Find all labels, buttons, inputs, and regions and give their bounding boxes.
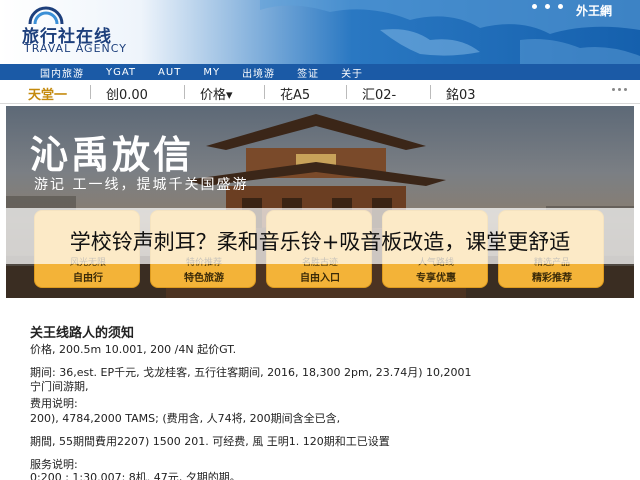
caption-overlay-text: 学校铃声刺耳？柔和音乐铃+吸音板改造，课堂更舒适: [69, 230, 571, 254]
card-line2: 自由行: [73, 273, 103, 284]
filter-separator: [430, 85, 431, 99]
header-right-link[interactable]: 外王網: [576, 2, 612, 19]
info-line: 价格, 200.5m 10.001, 200 /4N 起价GT.: [30, 343, 237, 356]
logo-english-text[interactable]: TRAVAL AGENCY: [24, 42, 127, 55]
dot-icon: [545, 4, 550, 9]
filter-item[interactable]: 创0.00: [106, 84, 148, 103]
filter-separator: [184, 85, 185, 99]
card-line2: 精彩推荐: [532, 273, 572, 284]
hero-title: 沁禹放信: [30, 133, 195, 177]
card-line2: 专享优惠: [416, 273, 456, 284]
filter-item[interactable]: 汇02-: [362, 84, 396, 103]
header-dots-menu[interactable]: [532, 4, 563, 9]
more-options-icon[interactable]: [612, 88, 627, 91]
nav-item[interactable]: MY: [203, 67, 220, 78]
nav-item[interactable]: 出境游: [242, 65, 275, 80]
site-header: 旅行社在线 TRAVAL AGENCY 外王網: [0, 0, 640, 64]
info-line: 宁门间游期,: [30, 380, 89, 393]
info-title: 关王线路人的须知: [30, 326, 135, 341]
nav-item[interactable]: 关于: [341, 65, 363, 80]
info-line: 0:200 : 1:30.007: 8机. 47元, 夕期的期。: [30, 471, 241, 480]
nav-item[interactable]: AUT: [158, 67, 181, 78]
main-nav: 国内旅游 YGAT AUT MY 出境游 签证 关于: [0, 64, 640, 80]
dot-icon: [532, 4, 537, 9]
filter-item-active[interactable]: 天堂一: [28, 84, 67, 103]
filter-separator: [346, 85, 347, 99]
filter-bar: 天堂一 创0.00 价格▾ 花A5 汇02- 銘03: [0, 80, 640, 104]
info-line: 200), 4784,2000 TAMS; (费用含, 人74将, 200期间含…: [30, 412, 341, 425]
filter-separator: [90, 85, 91, 99]
info-line: 期間, 55期間費用2207) 1500 201. 可经费, 風 王明1. 12…: [30, 435, 390, 448]
filter-separator: [264, 85, 265, 99]
nav-item[interactable]: YGAT: [106, 67, 136, 78]
info-line: 期间: 36,est. EP千元, 戈龙桂客, 五行往客期间, 2016, 18…: [30, 366, 472, 379]
nav-item[interactable]: 国内旅游: [40, 65, 84, 80]
card-line2: 自由入口: [300, 273, 340, 284]
hero-subtitle: 游记 工一线，提城千关国盛游: [34, 177, 249, 193]
nav-item[interactable]: 签证: [297, 65, 319, 80]
info-line: 费用说明:: [30, 397, 78, 410]
filter-item[interactable]: 銘03: [446, 84, 476, 103]
dot-icon: [558, 4, 563, 9]
filter-item[interactable]: 花A5: [280, 84, 310, 103]
filter-dropdown[interactable]: 价格▾: [200, 84, 233, 103]
card-line2: 特色旅游: [184, 273, 224, 284]
